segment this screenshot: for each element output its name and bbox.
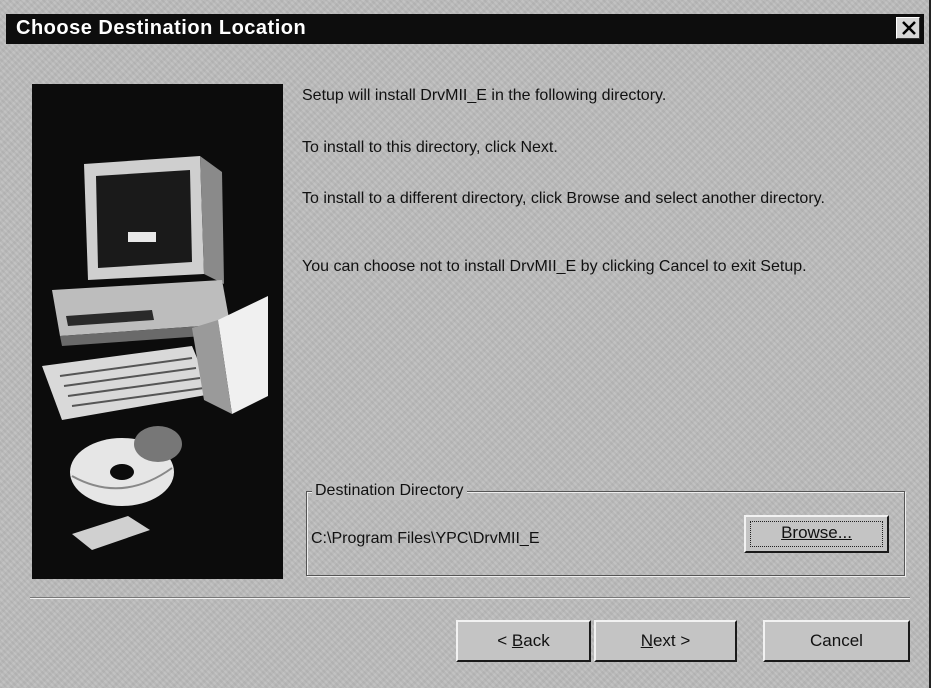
cancel-button[interactable]: Cancel: [763, 620, 910, 662]
install-message: Setup will install DrvMII_E in the follo…: [302, 87, 667, 104]
setup-illustration: [32, 84, 283, 579]
cancel-button-label: Cancel: [810, 631, 863, 650]
setup-dialog: Choose Destination Location Setup will i…: [0, 0, 931, 688]
title-bar: Choose Destination Location: [6, 14, 924, 44]
next-button[interactable]: Next >: [594, 620, 737, 662]
next-button-accesskey: N: [640, 631, 653, 650]
back-button-accesskey: B: [511, 631, 524, 650]
close-button[interactable]: [896, 17, 920, 39]
browse-button[interactable]: Browse...: [744, 515, 889, 553]
computer-illustration-icon: [42, 156, 268, 550]
back-button-label: ack: [523, 631, 550, 650]
next-button-label: ext >: [652, 631, 691, 650]
cancel-instruction: You can choose not to install DrvMII_E b…: [302, 258, 807, 275]
back-button-prefix: <: [497, 631, 512, 650]
separator-line: [30, 597, 910, 599]
destination-path: C:\Program Files\YPC\DrvMII_E: [311, 530, 540, 547]
close-icon: [902, 21, 916, 35]
next-instruction: To install to this directory, click Next…: [302, 139, 558, 156]
dialog-title: Choose Destination Location: [16, 17, 307, 39]
back-button[interactable]: < Back: [456, 620, 591, 662]
focus-rectangle: [750, 521, 883, 547]
destination-legend: Destination Directory: [312, 482, 467, 500]
browse-instruction: To install to a different directory, cli…: [302, 190, 825, 207]
